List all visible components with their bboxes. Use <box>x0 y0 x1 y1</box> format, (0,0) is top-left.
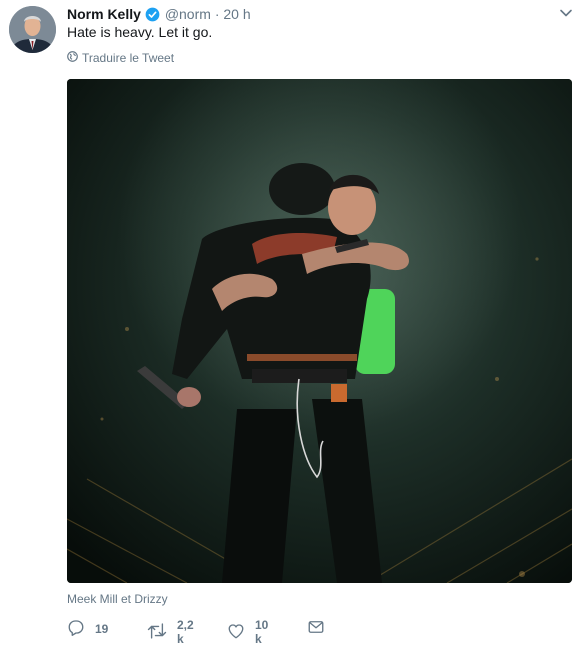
avatar-image <box>9 6 56 53</box>
retweet-button[interactable]: 2,2 k <box>147 618 194 646</box>
tweet-timestamp[interactable]: 20 h <box>223 6 250 22</box>
direct-message-icon <box>307 618 325 639</box>
like-count: 10 k <box>255 618 269 646</box>
reply-count: 19 <box>95 621 109 636</box>
reply-button[interactable]: 19 <box>67 618 108 639</box>
tweet-text: Hate is heavy. Let it go. <box>67 24 213 40</box>
translate-label: Traduire le Tweet <box>82 51 175 65</box>
direct-message-button[interactable] <box>307 618 325 639</box>
retweet-icon <box>147 622 167 643</box>
author-name[interactable]: Norm Kelly <box>67 6 141 22</box>
like-icon <box>227 622 245 643</box>
like-button[interactable]: 10 k <box>227 618 268 646</box>
tweet-header: Norm Kelly @norm · 20 h <box>67 5 571 25</box>
reply-icon <box>67 618 85 639</box>
chevron-down-icon[interactable] <box>559 6 573 25</box>
tweet-photo[interactable] <box>67 79 572 583</box>
globe-icon <box>67 50 78 66</box>
author-handle[interactable]: @norm <box>165 6 211 22</box>
avatar[interactable] <box>9 6 56 53</box>
translate-tweet-link[interactable]: Traduire le Tweet <box>67 50 174 66</box>
photo-caption: Meek Mill et Drizzy <box>67 592 168 606</box>
retweet-count: 2,2 k <box>177 618 194 646</box>
separator-dot: · <box>214 6 220 22</box>
concert-photo <box>67 79 572 583</box>
